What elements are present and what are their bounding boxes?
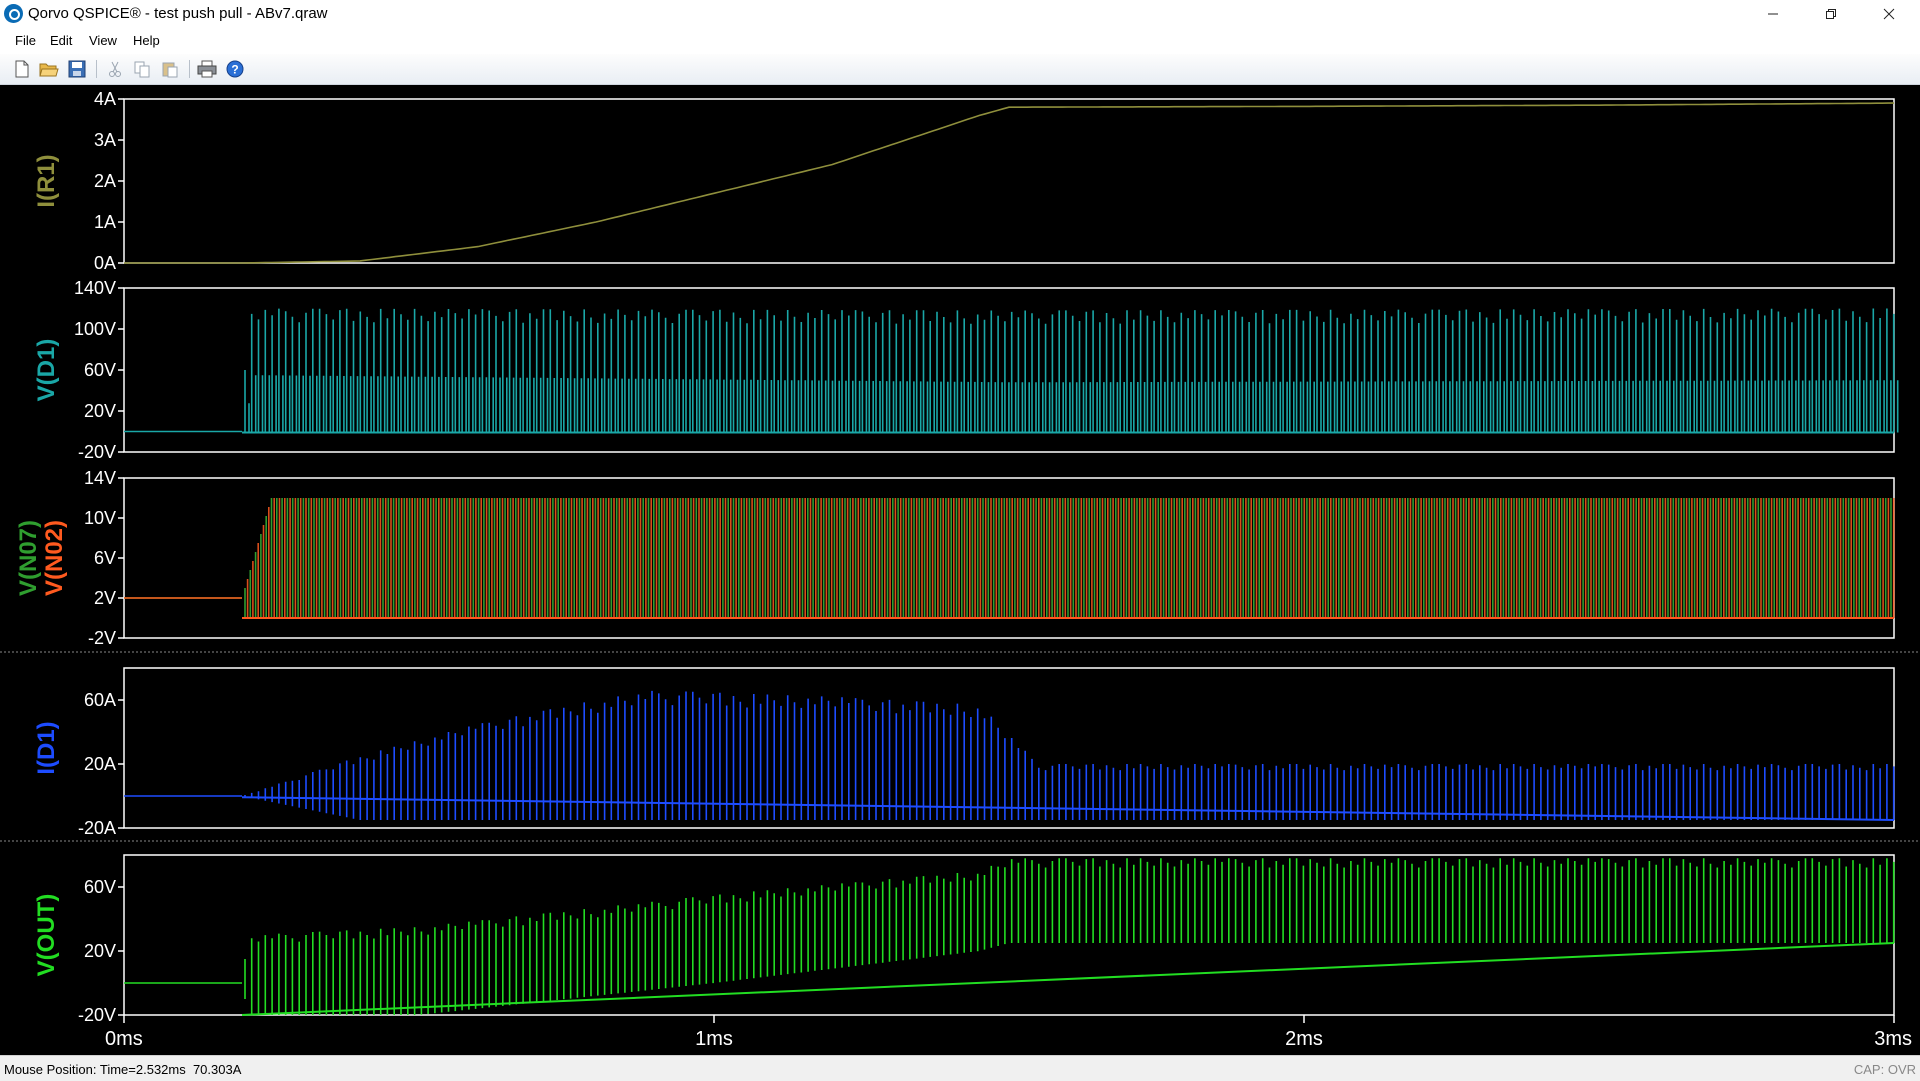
trace-label[interactable]: V(D1)	[33, 339, 60, 402]
cap-ovr-indicator: CAP: OVR	[1853, 1062, 1916, 1077]
trace-label[interactable]: V(OUT)	[33, 894, 60, 977]
title-bar: Qorvo QSPICE® - test push pull - ABv7.qr…	[0, 0, 1920, 28]
restore-icon[interactable]	[1802, 0, 1860, 28]
svg-text:?: ?	[231, 63, 238, 77]
trace-v-d1	[124, 308, 1899, 434]
plot-pane-3[interactable]: 14V 10V 6V 2V -2V V(N07) V(N02)	[0, 468, 1920, 653]
y-tick-label: 0A	[94, 253, 116, 273]
waveform-plots[interactable]: 4A3A2A1A0AI(R1)140V100V60V20V-20VV(D1)14…	[0, 85, 1920, 1055]
toolbar-separator	[189, 60, 190, 78]
menu-help[interactable]: Help	[133, 33, 160, 48]
plot-pane-5[interactable]: 60V 20V -20V V(OUT)	[33, 854, 1895, 1025]
y-tick-label: 14V	[84, 468, 116, 488]
menu-edit[interactable]: Edit	[50, 33, 72, 48]
y-tick-label: 20V	[84, 401, 116, 421]
waveform-plot-area[interactable]: 4A 3A 2A 1A 0A I(R1) 140V 100V 60V 20V -20V V(D1) 14…	[0, 85, 1920, 1055]
toolbar-separator	[96, 60, 97, 78]
plot-pane-1[interactable]: 4A 3A 2A 1A 0A I(R1)	[33, 89, 1895, 273]
help-icon[interactable]: ?	[225, 59, 245, 79]
y-tick-label: 20A	[84, 754, 116, 774]
new-file-icon[interactable]	[12, 59, 32, 79]
mouse-position-readout: Mouse Position: Time=2.532ms 70.303A	[4, 1062, 242, 1077]
copy-icon[interactable]	[132, 59, 152, 79]
trace-v-out	[124, 858, 1895, 1016]
plot-pane-4[interactable]: 60A 20A -20A I(D1)	[0, 667, 1920, 842]
y-tick-label: 60V	[84, 360, 116, 380]
paste-icon[interactable]	[160, 59, 180, 79]
x-tick-label: 0ms	[105, 1028, 143, 1050]
menu-file[interactable]: File	[15, 33, 36, 48]
trace-label[interactable]: V(N02)	[41, 520, 68, 596]
y-tick-label: 140V	[74, 278, 116, 298]
y-tick-label: 6V	[94, 548, 116, 568]
print-icon[interactable]	[197, 59, 217, 79]
y-tick-label: 20V	[84, 941, 116, 961]
y-tick-label: 60V	[84, 877, 116, 897]
plot-frame	[123, 98, 1895, 264]
status-bar: Mouse Position: Time=2.532ms 70.303A CAP…	[0, 1055, 1920, 1081]
y-tick-label: -20V	[78, 442, 116, 462]
close-icon[interactable]	[1860, 0, 1918, 28]
y-tick-label: 1A	[94, 212, 116, 232]
minimize-icon[interactable]	[1744, 0, 1802, 28]
trace-i-d1	[124, 690, 1895, 821]
x-tick-label: 2ms	[1285, 1028, 1323, 1050]
menu-bar: File Edit View Help	[0, 28, 1920, 54]
qspice-logo-icon	[4, 4, 23, 23]
y-tick-label: 60A	[84, 690, 116, 710]
y-tick-label: -20V	[78, 1005, 116, 1025]
y-tick-label: 100V	[74, 319, 116, 339]
cut-icon[interactable]	[105, 59, 125, 79]
menu-view[interactable]: View	[89, 33, 117, 48]
plot-pane-2[interactable]: 140V 100V 60V 20V -20V V(D1)	[33, 278, 1899, 462]
y-tick-label: 2A	[94, 171, 116, 191]
x-tick-label: 3ms	[1874, 1028, 1912, 1050]
y-tick-label: 2V	[94, 588, 116, 608]
y-tick-label: 10V	[84, 508, 116, 528]
trace-i-r1	[124, 102, 1894, 264]
save-icon[interactable]	[67, 59, 87, 79]
y-tick-label: 4A	[94, 89, 116, 109]
x-tick-label: 1ms	[695, 1028, 733, 1050]
toolbar: ?	[0, 54, 1920, 85]
y-tick-label: -2V	[88, 628, 116, 648]
x-axis: 0ms 1ms 2ms 3ms	[105, 1015, 1912, 1050]
window-title: Qorvo QSPICE® - test push pull - ABv7.qr…	[28, 5, 328, 22]
y-tick-label: -20A	[78, 818, 116, 838]
trace-label[interactable]: V(N07)	[15, 520, 42, 596]
trace-label[interactable]: I(R1)	[33, 154, 60, 207]
y-tick-label: 3A	[94, 130, 116, 150]
trace-label[interactable]: I(D1)	[33, 721, 60, 774]
open-folder-icon[interactable]	[39, 59, 59, 79]
